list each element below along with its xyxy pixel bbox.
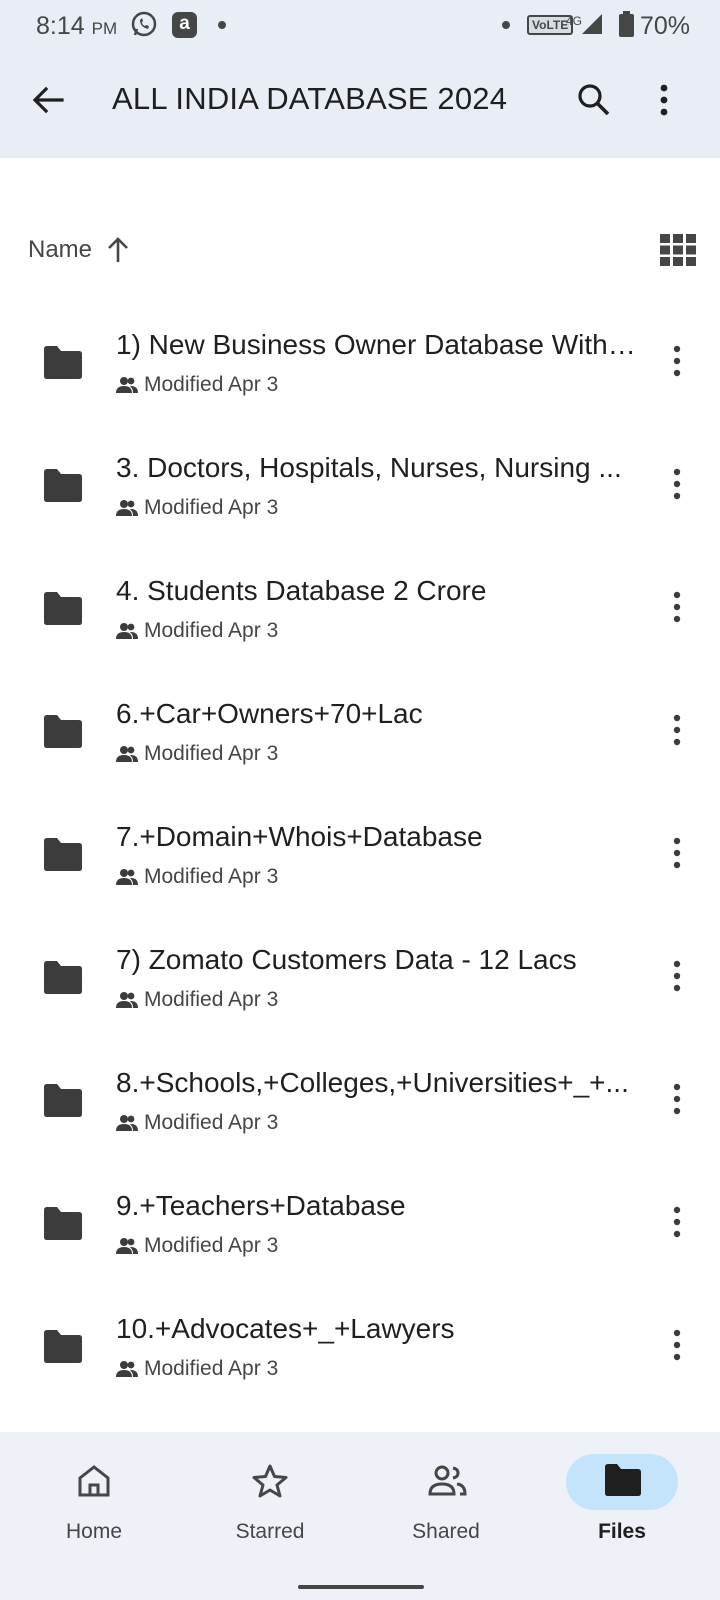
file-name: 6.+Car+Owners+70+Lac <box>116 698 423 729</box>
app-a-icon: a <box>172 12 197 38</box>
list-item[interactable]: 4. Students Database 2 Crore Modified Ap… <box>0 551 720 674</box>
shared-people-icon <box>116 1361 138 1377</box>
file-name: 10.+Advocates+_+Lawyers <box>116 1313 455 1344</box>
more-vert-icon[interactable] <box>664 587 690 627</box>
more-vert-icon[interactable] <box>664 1079 690 1119</box>
folder-icon <box>44 838 82 871</box>
modified-date: Modified Apr 3 <box>144 742 279 765</box>
more-vert-icon[interactable] <box>660 80 700 120</box>
nav-shared[interactable]: Shared <box>370 1450 510 1570</box>
more-vert-icon[interactable] <box>664 341 690 381</box>
shared-people-icon <box>116 1238 138 1254</box>
shared-icon <box>428 1465 467 1496</box>
more-vert-icon[interactable] <box>664 1202 690 1242</box>
shared-people-icon <box>116 869 138 885</box>
sort-name-button[interactable]: Name <box>28 236 92 264</box>
file-list: 1) New Business Owner Database With ... … <box>0 305 720 1412</box>
nav-files[interactable]: Files <box>546 1450 686 1570</box>
nav-label: Shared <box>412 1520 480 1543</box>
shared-people-icon <box>116 623 138 639</box>
modified-date: Modified Apr 3 <box>144 496 279 519</box>
nav-label: Files <box>598 1520 646 1543</box>
more-vert-icon[interactable] <box>664 833 690 873</box>
whatsapp-icon <box>131 11 157 37</box>
modified-date: Modified Apr 3 <box>144 988 279 1011</box>
folder-icon <box>44 1207 82 1240</box>
file-name: 7.+Domain+Whois+Database <box>116 821 483 852</box>
shared-people-icon <box>116 377 138 393</box>
list-item[interactable]: 8.+Schools,+Colleges,+Universities+_+...… <box>0 1043 720 1166</box>
list-item[interactable]: 10.+Advocates+_+Lawyers Modified Apr 3 <box>0 1289 720 1412</box>
status-bar: 8:14 PM a VoLTE 4G 70% <box>0 0 720 52</box>
more-vert-icon[interactable] <box>664 956 690 996</box>
list-item[interactable]: 7) Zomato Customers Data - 12 Lacs Modif… <box>0 920 720 1043</box>
page-title: ALL INDIA DATABASE 2024 <box>112 81 508 116</box>
list-item[interactable]: 7.+Domain+Whois+Database Modified Apr 3 <box>0 797 720 920</box>
star-icon <box>252 1464 288 1498</box>
folder-icon <box>44 961 82 994</box>
shared-people-icon <box>116 1115 138 1131</box>
folder-icon <box>44 469 82 502</box>
battery-percent: 70% <box>640 12 691 40</box>
shared-people-icon <box>116 746 138 762</box>
shared-people-icon <box>116 992 138 1008</box>
gesture-bar[interactable] <box>298 1585 424 1589</box>
list-item[interactable]: 9.+Teachers+Database Modified Apr 3 <box>0 1166 720 1289</box>
folder-icon <box>44 346 82 379</box>
file-name: 1) New Business Owner Database With ... <box>116 329 636 360</box>
notification-dot-icon <box>218 21 226 29</box>
file-name: 3. Doctors, Hospitals, Nurses, Nursing .… <box>116 452 622 483</box>
list-item[interactable]: 6.+Car+Owners+70+Lac Modified Apr 3 <box>0 674 720 797</box>
folder-icon <box>44 1330 82 1363</box>
list-item[interactable]: 1) New Business Owner Database With ... … <box>0 305 720 428</box>
file-name: 9.+Teachers+Database <box>116 1190 406 1221</box>
status-time: 8:14 PM <box>36 12 118 40</box>
folder-icon <box>605 1464 641 1496</box>
battery-icon <box>619 11 634 37</box>
more-vert-icon[interactable] <box>664 710 690 750</box>
folder-icon <box>44 592 82 625</box>
sort-bar: Name <box>0 222 720 278</box>
signal-icon <box>582 14 602 34</box>
back-arrow-icon[interactable] <box>28 80 68 120</box>
grid-view-icon[interactable] <box>660 234 696 266</box>
bottom-navigation: Home Starred Shared Files <box>0 1432 720 1600</box>
shared-people-icon <box>116 500 138 516</box>
nav-home[interactable]: Home <box>18 1450 158 1570</box>
modified-date: Modified Apr 3 <box>144 1234 279 1257</box>
more-vert-icon[interactable] <box>664 1325 690 1365</box>
folder-icon <box>44 1084 82 1117</box>
folder-icon <box>44 715 82 748</box>
modified-date: Modified Apr 3 <box>144 1357 279 1380</box>
notification-dot-icon <box>502 21 510 29</box>
modified-date: Modified Apr 3 <box>144 1111 279 1134</box>
more-vert-icon[interactable] <box>664 464 690 504</box>
arrow-up-icon[interactable] <box>105 236 131 264</box>
file-name: 8.+Schools,+Colleges,+Universities+_+... <box>116 1067 629 1098</box>
list-item[interactable]: 3. Doctors, Hospitals, Nurses, Nursing .… <box>0 428 720 551</box>
file-name: 4. Students Database 2 Crore <box>116 575 487 606</box>
nav-label: Home <box>65 1520 123 1543</box>
modified-date: Modified Apr 3 <box>144 865 279 888</box>
top-app-bar: 8:14 PM a VoLTE 4G 70% ALL INDIA DATABAS… <box>0 0 720 158</box>
home-icon <box>78 1465 110 1497</box>
modified-date: Modified Apr 3 <box>144 373 279 396</box>
modified-date: Modified Apr 3 <box>144 619 279 642</box>
search-icon[interactable] <box>574 80 614 120</box>
nav-label: Starred <box>235 1520 305 1543</box>
nav-starred[interactable]: Starred <box>194 1450 334 1570</box>
file-name: 7) Zomato Customers Data - 12 Lacs <box>116 944 577 975</box>
